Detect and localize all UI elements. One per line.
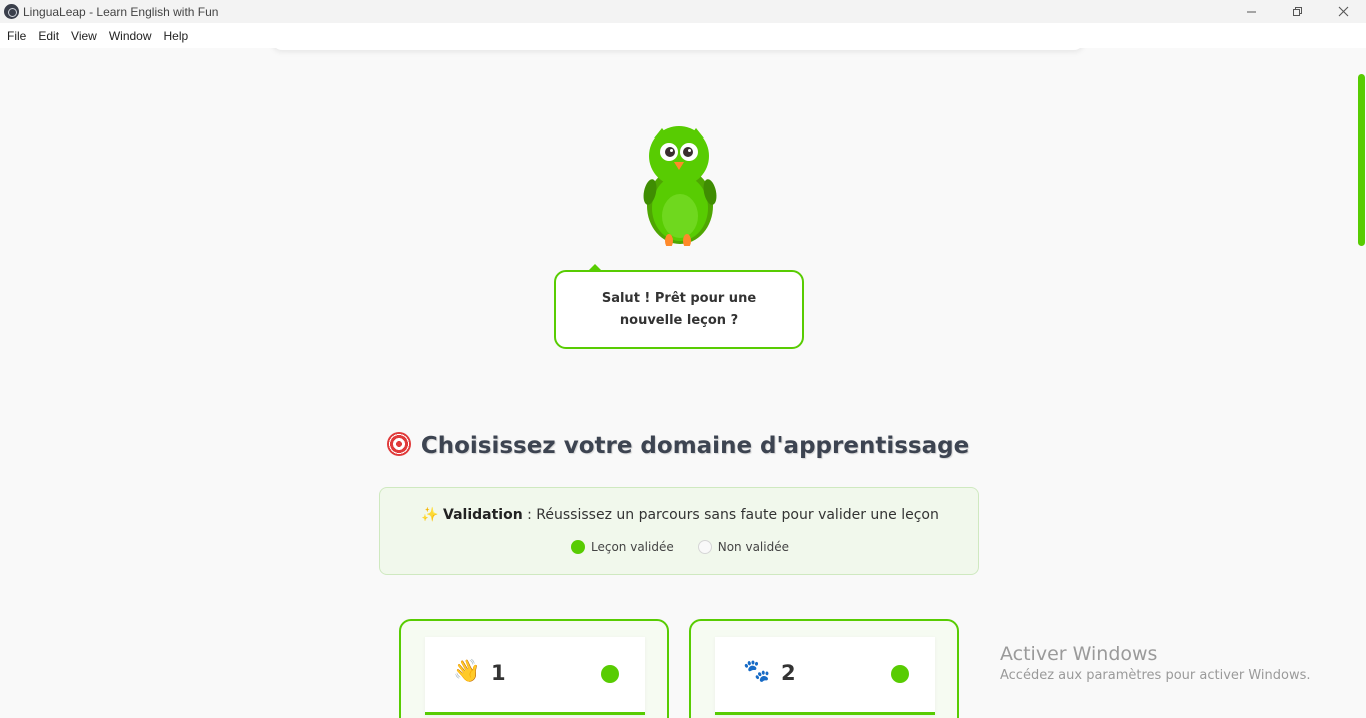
window-controls [1228,0,1366,23]
title-bar: LinguaLeap - Learn English with Fun [0,0,1366,23]
domain-card-1-header: 👋 1 [425,637,645,715]
vertical-scrollbar[interactable] [1356,48,1366,718]
owl-mascot-icon [643,126,717,246]
minimize-button[interactable] [1228,0,1274,23]
waving-hand-icon: 👋 [453,659,481,684]
domain-card-1-number: 1 [491,661,506,685]
domain-card-2[interactable]: 🐾 2 [689,619,959,718]
domain-card-2-header: 🐾 2 [715,637,935,715]
section-title-text: Choisissez votre domaine d'apprentissage [420,433,970,459]
main-content: Salut ! Prêt pour une nouvelle leçon ? C… [0,48,1356,718]
watermark-title: Activer Windows [1000,643,1158,665]
validation-legend: Leçon validée Non validée [380,540,980,554]
validation-info-box: ✨ Validation : Réussissez un parcours sa… [379,487,979,575]
not-validated-dot-icon [697,540,712,554]
app-icon [4,4,19,19]
speech-bubble: Salut ! Prêt pour une nouvelle leçon ? [554,270,804,349]
windows-activation-watermark: Activer Windows Accédez aux paramètres p… [1000,643,1311,683]
close-button[interactable] [1320,0,1366,23]
validated-status-icon [601,665,619,683]
validated-dot-icon [571,540,585,554]
menu-view[interactable]: View [65,29,103,43]
domain-card-1[interactable]: 👋 1 [399,619,669,718]
domain-card-2-number: 2 [781,661,796,685]
window-title: LinguaLeap - Learn English with Fun [23,4,219,19]
restore-button[interactable] [1274,0,1320,23]
menu-help[interactable]: Help [158,29,195,43]
legend-validated-label: Leçon validée [591,540,674,554]
sparkles-icon: ✨ [421,507,439,523]
validated-status-icon [891,665,909,683]
legend-not-validated: Non validée [697,540,789,554]
restore-icon [1292,7,1302,16]
menu-edit[interactable]: Edit [32,29,65,43]
validation-line: ✨ Validation : Réussissez un parcours sa… [380,507,980,523]
paw-prints-icon: 🐾 [743,659,771,684]
validation-label: Validation [443,507,523,523]
header-edge [272,48,1084,50]
menu-file[interactable]: File [1,29,32,43]
speech-text: Salut ! Prêt pour une nouvelle leçon ? [601,290,757,328]
section-title: Choisissez votre domaine d'apprentissage [0,432,1356,459]
legend-validated: Leçon validée [571,540,674,554]
scrollbar-thumb[interactable] [1358,74,1365,246]
menu-bar: File Edit View Window Help [0,23,1366,48]
close-icon [1338,6,1348,17]
target-icon [386,432,411,456]
validation-text: : Réussissez un parcours sans faute pour… [527,507,939,523]
watermark-subtitle: Accédez aux paramètres pour activer Wind… [1000,668,1311,683]
minimize-icon [1246,11,1256,13]
legend-not-validated-label: Non validée [717,540,789,554]
menu-window[interactable]: Window [103,29,158,43]
